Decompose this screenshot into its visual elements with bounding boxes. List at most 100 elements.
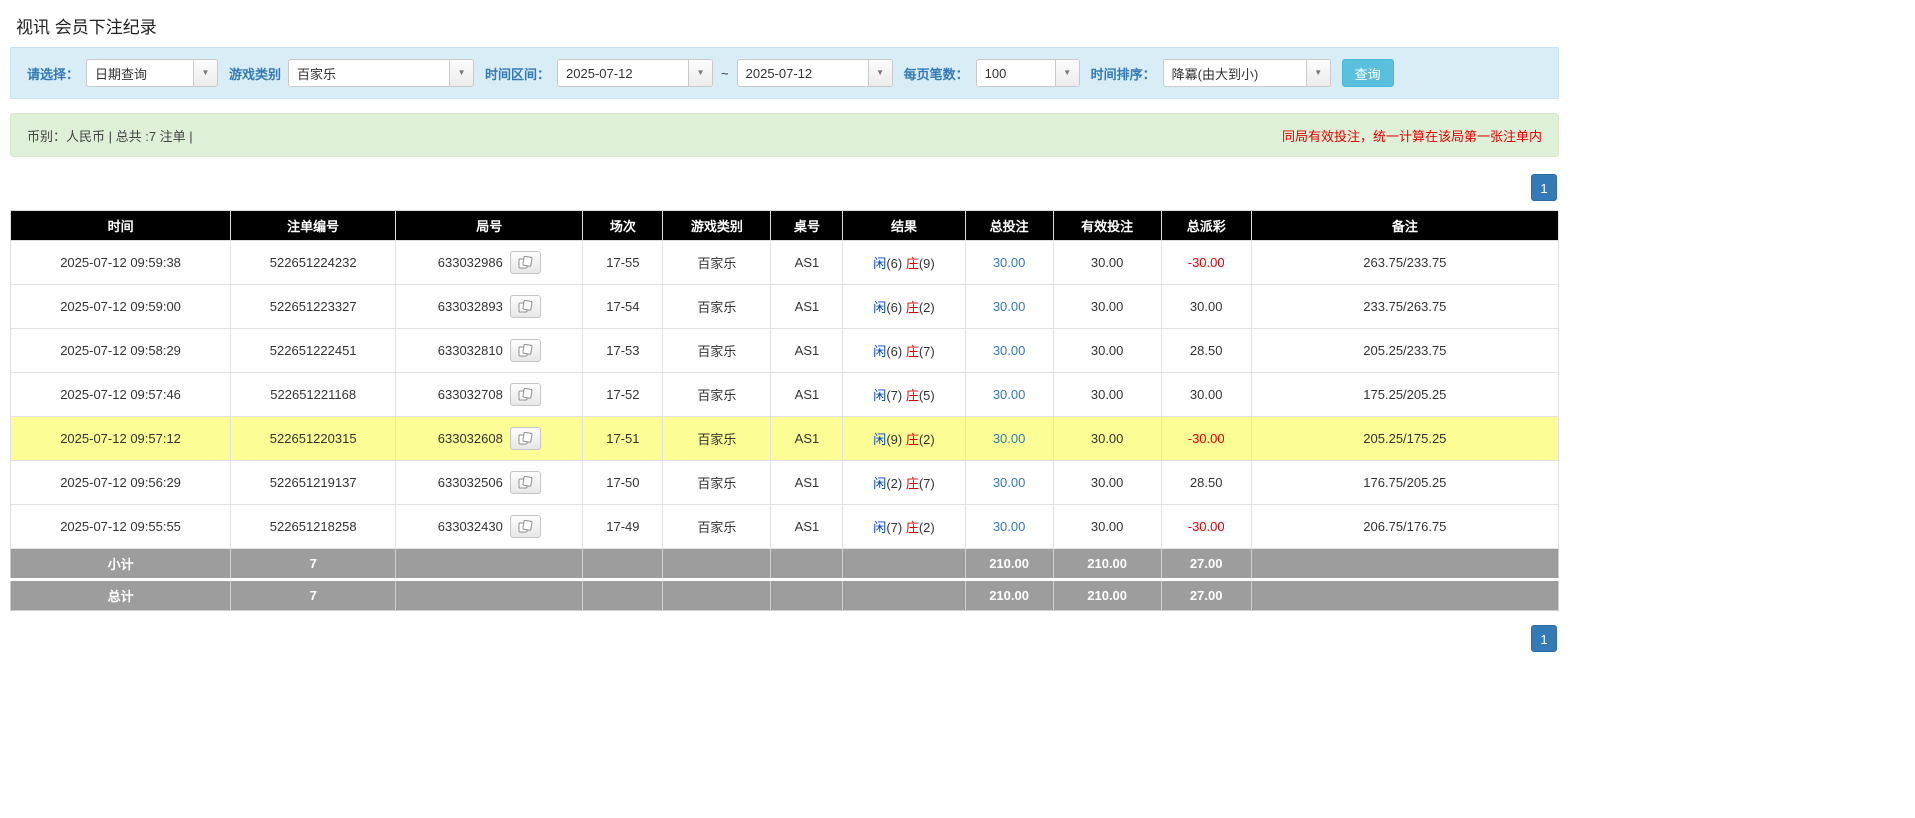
round-number: 633032608 — [437, 431, 503, 446]
view-cards-button[interactable] — [509, 339, 541, 362]
date-to-input[interactable] — [737, 60, 868, 86]
cards-icon — [518, 432, 533, 445]
cell-round: 633032708 — [395, 372, 584, 417]
page-title: 视讯 会员下注纪录 — [16, 18, 157, 37]
cell-payout: -30.00 — [1160, 240, 1252, 285]
sort-label: 时间排序： — [1090, 66, 1156, 82]
cell-time: 2025-07-12 09:59:00 — [9, 284, 232, 329]
pagination-page-1[interactable]: 1 — [1531, 174, 1557, 201]
game-type-input[interactable] — [289, 60, 450, 86]
search-button[interactable]: 查询 — [1341, 59, 1394, 87]
col-header-remark: 备注 — [1250, 210, 1560, 241]
summary-notice: 同局有效投注，统一计算在该局第一张注单内 — [1281, 128, 1542, 144]
result-player-score: (6) — [886, 256, 903, 271]
sort-dropdown-button[interactable]: ▼ — [1305, 60, 1330, 86]
cell-round: 633032608 — [395, 416, 584, 461]
view-cards-button[interactable] — [509, 471, 541, 494]
cell-result: 闲(6) 庄(9) — [842, 240, 966, 285]
empty-cell — [770, 548, 844, 580]
sort-combobox[interactable]: ▼ — [1162, 59, 1331, 87]
summary-bar: 币别：人民币 | 总共 :7 注单 | 同局有效投注，统一计算在该局第一张注单内 — [10, 113, 1559, 157]
total-bet-link[interactable]: 30.00 — [993, 475, 1026, 490]
result-player-score: (7) — [886, 520, 903, 535]
result-player: 闲 — [873, 256, 887, 271]
empty-cell — [1250, 548, 1560, 580]
cell-game-type: 百家乐 — [662, 284, 772, 329]
view-cards-button[interactable] — [509, 383, 541, 406]
subtotal-payout: 27.00 — [1160, 548, 1252, 580]
cell-bet-id: 522651223327 — [230, 284, 397, 329]
page-size-dropdown-button[interactable]: ▼ — [1054, 60, 1079, 86]
caret-down-icon: ▼ — [696, 68, 705, 77]
cell-session: 17-50 — [582, 460, 664, 505]
view-cards-button[interactable] — [509, 515, 541, 538]
caret-down-icon: ▼ — [1314, 68, 1323, 77]
date-to-dropdown-button[interactable]: ▼ — [867, 60, 892, 86]
sort-input[interactable] — [1163, 60, 1306, 86]
cell-bet-id: 522651221168 — [230, 372, 397, 417]
cell-result: 闲(7) 庄(5) — [842, 372, 966, 417]
round-number: 633032506 — [437, 475, 503, 490]
cell-valid-bet: 30.00 — [1052, 372, 1162, 417]
page-container: 视讯 会员下注纪录 请选择： ▼ 游戏类别 ▼ 时间区间： ▼ ~ ▼ 每页笔数… — [9, 0, 1560, 652]
cell-time: 2025-07-12 09:58:29 — [9, 328, 232, 373]
game-type-combobox[interactable]: ▼ — [288, 59, 475, 87]
total-payout: 27.00 — [1160, 578, 1252, 611]
cell-session: 17-54 — [582, 284, 664, 329]
table-body: 2025-07-12 09:59:38 522651224232 6330329… — [9, 240, 1560, 549]
total-bet-link[interactable]: 30.00 — [993, 387, 1026, 402]
result-banker-score: (2) — [918, 300, 935, 315]
col-header-total-bet: 总投注 — [964, 210, 1054, 241]
cell-game-type: 百家乐 — [662, 460, 772, 505]
total-bet-link[interactable]: 30.00 — [993, 343, 1026, 358]
total-bet-link[interactable]: 30.00 — [993, 519, 1026, 534]
view-cards-button[interactable] — [509, 251, 541, 274]
total-bet-link[interactable]: 30.00 — [993, 255, 1026, 270]
empty-cell — [1250, 578, 1560, 611]
summary-info: 币别：人民币 | 总共 :7 注单 | — [27, 128, 193, 144]
cell-time: 2025-07-12 09:55:55 — [9, 504, 232, 549]
result-banker: 庄 — [905, 432, 919, 447]
col-header-round: 局号 — [395, 210, 584, 241]
date-to-combobox[interactable]: ▼ — [736, 59, 893, 87]
cell-result: 闲(6) 庄(2) — [842, 284, 966, 329]
table-header: 时间 注单编号 局号 场次 游戏类别 桌号 结果 总投注 有效投注 总派彩 备注 — [9, 210, 1560, 241]
total-bet-link[interactable]: 30.00 — [993, 431, 1026, 446]
query-type-dropdown-button[interactable]: ▼ — [193, 60, 218, 86]
cell-payout: -30.00 — [1160, 416, 1252, 461]
cell-remark: 205.25/233.75 — [1250, 328, 1560, 373]
cell-payout: 30.00 — [1160, 372, 1252, 417]
filter-bar: 请选择： ▼ 游戏类别 ▼ 时间区间： ▼ ~ ▼ 每页笔数： ▼ 时间排序： … — [10, 47, 1559, 99]
cell-valid-bet: 30.00 — [1052, 504, 1162, 549]
result-player-score: (6) — [886, 300, 903, 315]
game-type-dropdown-button[interactable]: ▼ — [449, 60, 474, 86]
empty-cell — [395, 578, 584, 611]
result-player: 闲 — [873, 520, 887, 535]
result-player-score: (2) — [886, 476, 903, 491]
col-header-session: 场次 — [582, 210, 664, 241]
page-size-combobox[interactable]: ▼ — [975, 59, 1080, 87]
view-cards-button[interactable] — [509, 427, 541, 450]
cell-round: 633032506 — [395, 460, 584, 505]
subtotal-row: 小计 7 210.00 210.00 27.00 — [9, 548, 1560, 580]
cell-valid-bet: 30.00 — [1052, 460, 1162, 505]
total-bet-link[interactable]: 30.00 — [993, 299, 1026, 314]
cell-bet-id: 522651222451 — [230, 328, 397, 373]
empty-cell — [842, 548, 966, 580]
table-row: 2025-07-12 09:55:55 522651218258 6330324… — [9, 504, 1560, 549]
cards-icon — [518, 256, 533, 269]
total-label: 总计 — [9, 578, 232, 611]
date-from-combobox[interactable]: ▼ — [557, 59, 714, 87]
view-cards-button[interactable] — [509, 295, 541, 318]
result-banker-score: (5) — [918, 388, 935, 403]
cards-icon — [518, 300, 533, 313]
page-size-input[interactable] — [976, 60, 1055, 86]
caret-down-icon: ▼ — [457, 68, 466, 77]
query-type-combobox[interactable]: ▼ — [86, 59, 219, 87]
pagination-page-1[interactable]: 1 — [1531, 625, 1557, 652]
date-from-dropdown-button[interactable]: ▼ — [688, 60, 713, 86]
round-number: 633032986 — [437, 255, 503, 270]
query-type-input[interactable] — [87, 60, 194, 86]
date-from-input[interactable] — [558, 60, 689, 86]
cell-bet-id: 522651220315 — [230, 416, 397, 461]
